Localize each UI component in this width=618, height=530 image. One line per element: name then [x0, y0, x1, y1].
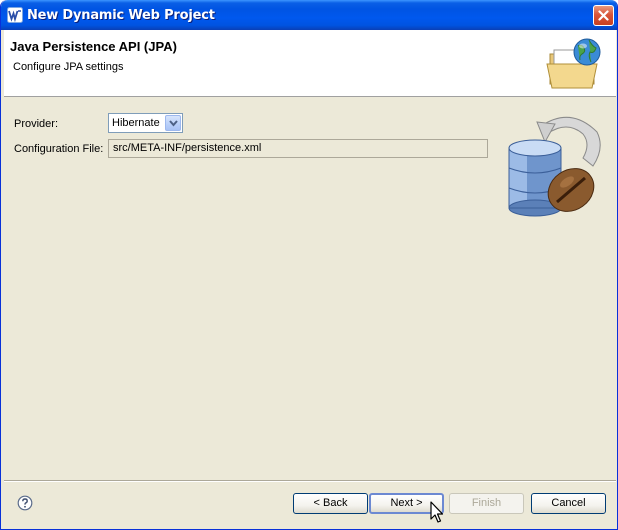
page-title: Java Persistence API (JPA) — [10, 39, 177, 54]
back-button[interactable]: < Back — [293, 493, 368, 514]
provider-dropdown-button[interactable] — [165, 115, 181, 131]
eclipse-wtp-icon — [7, 7, 23, 23]
close-icon — [598, 10, 609, 21]
provider-value: Hibernate — [112, 117, 160, 129]
provider-combo[interactable]: Hibernate — [108, 113, 183, 133]
config-file-field: src/META-INF/persistence.xml — [108, 139, 488, 158]
mouse-pointer-icon — [430, 501, 444, 523]
button-bar-separator — [4, 480, 616, 482]
wizard-banner: Java Persistence API (JPA) Configure JPA… — [4, 30, 616, 97]
database-coffee-bean-icon — [508, 116, 601, 217]
page-description: Configure JPA settings — [13, 61, 124, 73]
close-button[interactable] — [593, 5, 614, 26]
cancel-button[interactable]: Cancel — [531, 493, 606, 514]
title-bar[interactable]: New Dynamic Web Project — [1, 0, 617, 30]
config-file-value: src/META-INF/persistence.xml — [113, 142, 262, 154]
chevron-down-icon — [169, 120, 178, 127]
finish-button[interactable]: Finish — [449, 493, 524, 514]
window-title: New Dynamic Web Project — [27, 8, 215, 23]
provider-label: Provider: — [14, 118, 59, 130]
folder-globe-icon — [546, 38, 601, 89]
config-file-label: Configuration File: — [14, 143, 104, 155]
help-icon[interactable] — [17, 495, 33, 511]
dialog-window: New Dynamic Web Project Java Persistence… — [0, 0, 618, 530]
